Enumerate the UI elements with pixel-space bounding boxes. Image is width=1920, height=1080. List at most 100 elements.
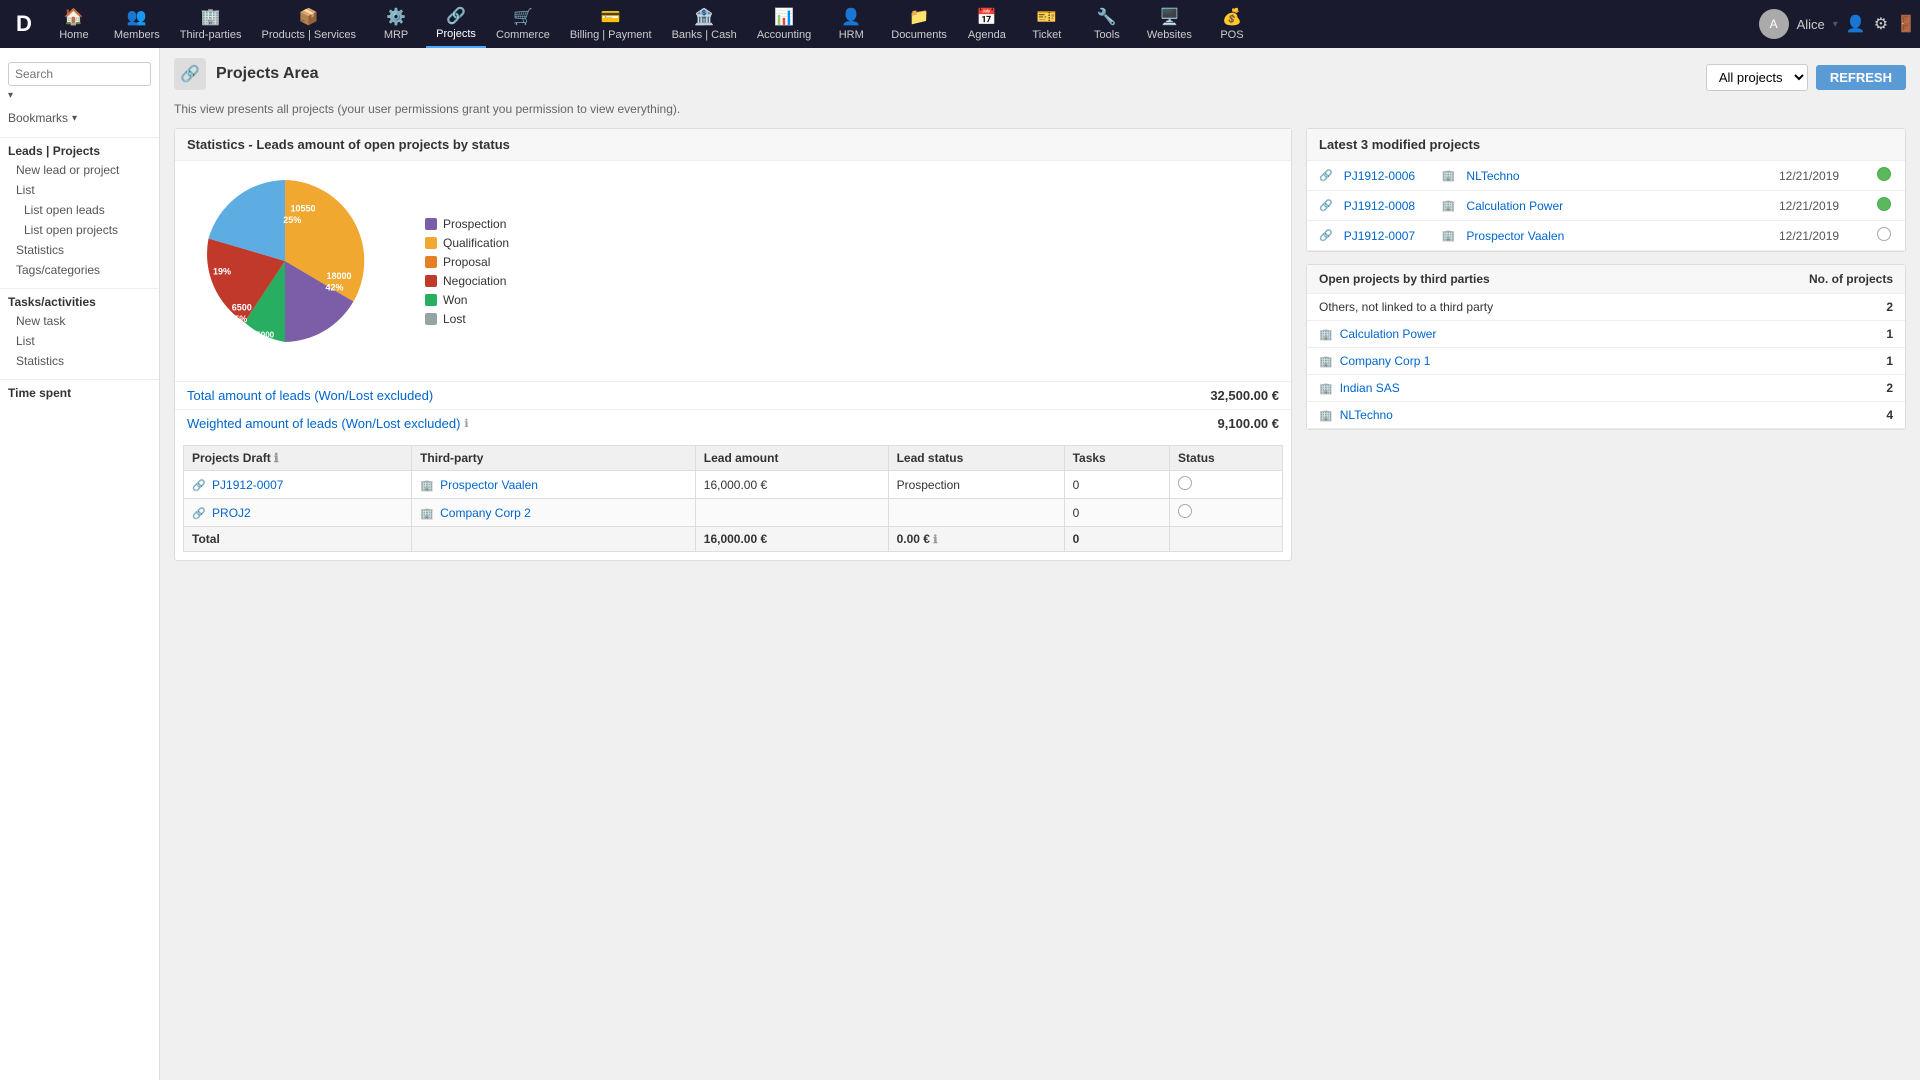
nav-pos[interactable]: 💰 POS [1202, 0, 1262, 48]
bookmarks-toggle[interactable]: Bookmarks ▾ [0, 107, 159, 133]
latest-proj-icon-3: 🔗 [1319, 229, 1333, 242]
sidebar-item-list-tasks[interactable]: List [0, 331, 159, 351]
sidebar-item-new-task[interactable]: New task [0, 311, 159, 331]
sidebar-item-list[interactable]: List [0, 180, 159, 200]
op-name-nltechno: 🏢 NLTechno [1319, 408, 1393, 422]
nav-ticket[interactable]: 🎫 Ticket [1017, 0, 1077, 48]
latest-proj-id-2[interactable]: PJ1912-0008 [1344, 199, 1434, 213]
op-link-indian[interactable]: Indian SAS [1340, 381, 1400, 395]
col-lead-status: Lead status [888, 446, 1064, 471]
open-proj-row-calc: 🏢 Calculation Power 1 [1307, 321, 1905, 348]
cell-status-2 [1170, 499, 1283, 527]
latest-proj-id-1[interactable]: PJ1912-0006 [1344, 169, 1434, 183]
sidebar-item-tags-categories[interactable]: Tags/categories [0, 260, 159, 280]
op-icon-corp1: 🏢 [1319, 355, 1333, 368]
latest-proj-company-3[interactable]: Prospector Vaalen [1466, 229, 1771, 243]
col-third-party: Third-party [412, 446, 696, 471]
projects-filter-select[interactable]: All projects [1706, 64, 1808, 91]
third-party-link-2[interactable]: Company Corp 2 [440, 506, 531, 520]
svg-text:10550: 10550 [290, 204, 315, 214]
nav-accounting[interactable]: 📊 Accounting [747, 0, 821, 48]
weighted-leads-link[interactable]: Weighted amount of leads (Won/Lost exclu… [187, 416, 460, 431]
cell-lead-amount-2 [695, 499, 888, 527]
search-input[interactable] [8, 62, 151, 86]
pie-chart: 10550 25% 18000 42% 6500 15% 5000 19% [195, 171, 395, 371]
total-leads-value: 32,500.00 € [1210, 388, 1279, 403]
nav-documents[interactable]: 📁 Documents [881, 0, 957, 48]
settings-icon[interactable]: ⚙ [1874, 14, 1888, 34]
latest-company-icon-3: 🏢 [1442, 229, 1456, 242]
status-dot-1 [1877, 167, 1891, 181]
section-tasks-activities: Tasks/activities [0, 288, 159, 311]
nav-home[interactable]: 🏠 Home [44, 0, 104, 48]
weighted-leads-row: Weighted amount of leads (Won/Lost exclu… [175, 409, 1291, 437]
table-row: 🔗 PJ1912-0007 🏢 Prospector Vaalen 16,000… [184, 471, 1283, 499]
legend-dot-prospection [425, 218, 437, 230]
cell-total-status [1170, 527, 1283, 552]
sidebar-item-list-open-leads[interactable]: List open leads [0, 200, 159, 220]
nav-agenda[interactable]: 📅 Agenda [957, 0, 1017, 48]
page-description: This view presents all projects (your us… [174, 102, 1906, 116]
main-content: 🔗 Projects Area All projects REFRESH Thi… [160, 48, 1920, 1080]
page-icon: 🔗 [174, 58, 206, 90]
members-icon: 👥 [127, 7, 147, 27]
user-name-label[interactable]: Alice [1797, 17, 1825, 32]
app-logo[interactable]: D [4, 11, 44, 37]
cell-third-party-1: 🏢 Prospector Vaalen [412, 471, 696, 499]
nav-third-parties[interactable]: 🏢 Third-parties [170, 0, 252, 48]
cell-lead-status-1: Prospection [888, 471, 1064, 499]
page-title: Projects Area [216, 65, 319, 83]
op-count-corp1: 1 [1886, 354, 1893, 368]
nav-hrm[interactable]: 👤 HRM [821, 0, 881, 48]
logout-icon[interactable]: 🚪 [1896, 14, 1916, 34]
cell-lead-status-2 [888, 499, 1064, 527]
nav-websites[interactable]: 🖥️ Websites [1137, 0, 1202, 48]
nav-mrp[interactable]: ⚙️ MRP [366, 0, 426, 48]
cell-lead-amount-1: 16,000.00 € [695, 471, 888, 499]
refresh-button[interactable]: REFRESH [1816, 65, 1906, 90]
latest-proj-id-3[interactable]: PJ1912-0007 [1344, 229, 1434, 243]
op-name-calc: 🏢 Calculation Power [1319, 327, 1436, 341]
latest-proj-date-2: 12/21/2019 [1779, 199, 1869, 213]
project-link-2[interactable]: PROJ2 [212, 506, 251, 520]
table-container: Projects Draft ℹ Third-party Lead amount… [175, 437, 1291, 560]
nav-projects[interactable]: 🔗 Projects [426, 0, 486, 48]
cell-total-tasks: 0 [1064, 527, 1169, 552]
documents-icon: 📁 [909, 7, 929, 27]
latest-proj-company-1[interactable]: NLTechno [1466, 169, 1771, 183]
legend-dot-lost [425, 313, 437, 325]
nav-members[interactable]: 👥 Members [104, 0, 170, 48]
sidebar-item-statistics-leads[interactable]: Statistics [0, 240, 159, 260]
sidebar-item-new-lead-project[interactable]: New lead or project [0, 160, 159, 180]
third-party-link-1[interactable]: Prospector Vaalen [440, 478, 538, 492]
commerce-icon: 🛒 [513, 7, 533, 27]
nav-commerce[interactable]: 🛒 Commerce [486, 0, 560, 48]
sidebar-item-statistics-tasks[interactable]: Statistics [0, 351, 159, 371]
user-dropdown-arrow[interactable]: ▾ [1833, 19, 1838, 30]
statistics-card: Statistics - Leads amount of open projec… [174, 128, 1292, 561]
search-dropdown-arrow[interactable]: ▾ [8, 90, 13, 101]
nav-tools[interactable]: 🔧 Tools [1077, 0, 1137, 48]
total-leads-link[interactable]: Total amount of leads (Won/Lost excluded… [187, 388, 433, 403]
third-parties-icon: 🏢 [201, 7, 221, 27]
sidebar-item-list-open-projects[interactable]: List open projects [0, 220, 159, 240]
latest-proj-status-2 [1877, 197, 1893, 214]
svg-text:18000: 18000 [326, 271, 351, 281]
col-projects-draft: Projects Draft ℹ [184, 446, 412, 471]
op-link-calc[interactable]: Calculation Power [1340, 327, 1437, 341]
page-header: 🔗 Projects Area [174, 58, 319, 90]
nav-billing-payment[interactable]: 💳 Billing | Payment [560, 0, 662, 48]
nav-products-services[interactable]: 📦 Products | Services [251, 0, 366, 48]
pie-svg: 10550 25% 18000 42% 6500 15% 5000 19% [195, 171, 375, 351]
op-icon-calc: 🏢 [1319, 328, 1333, 341]
notifications-icon[interactable]: 👤 [1846, 14, 1866, 34]
op-link-nltechno[interactable]: NLTechno [1340, 408, 1393, 422]
total-leads-row: Total amount of leads (Won/Lost excluded… [175, 381, 1291, 409]
op-link-corp1[interactable]: Company Corp 1 [1340, 354, 1431, 368]
billing-icon: 💳 [601, 7, 621, 27]
open-proj-row-corp1: 🏢 Company Corp 1 1 [1307, 348, 1905, 375]
project-link-1[interactable]: PJ1912-0007 [212, 478, 283, 492]
nav-banks-cash[interactable]: 🏦 Banks | Cash [662, 0, 747, 48]
cell-total-empty [412, 527, 696, 552]
latest-proj-company-2[interactable]: Calculation Power [1466, 199, 1771, 213]
